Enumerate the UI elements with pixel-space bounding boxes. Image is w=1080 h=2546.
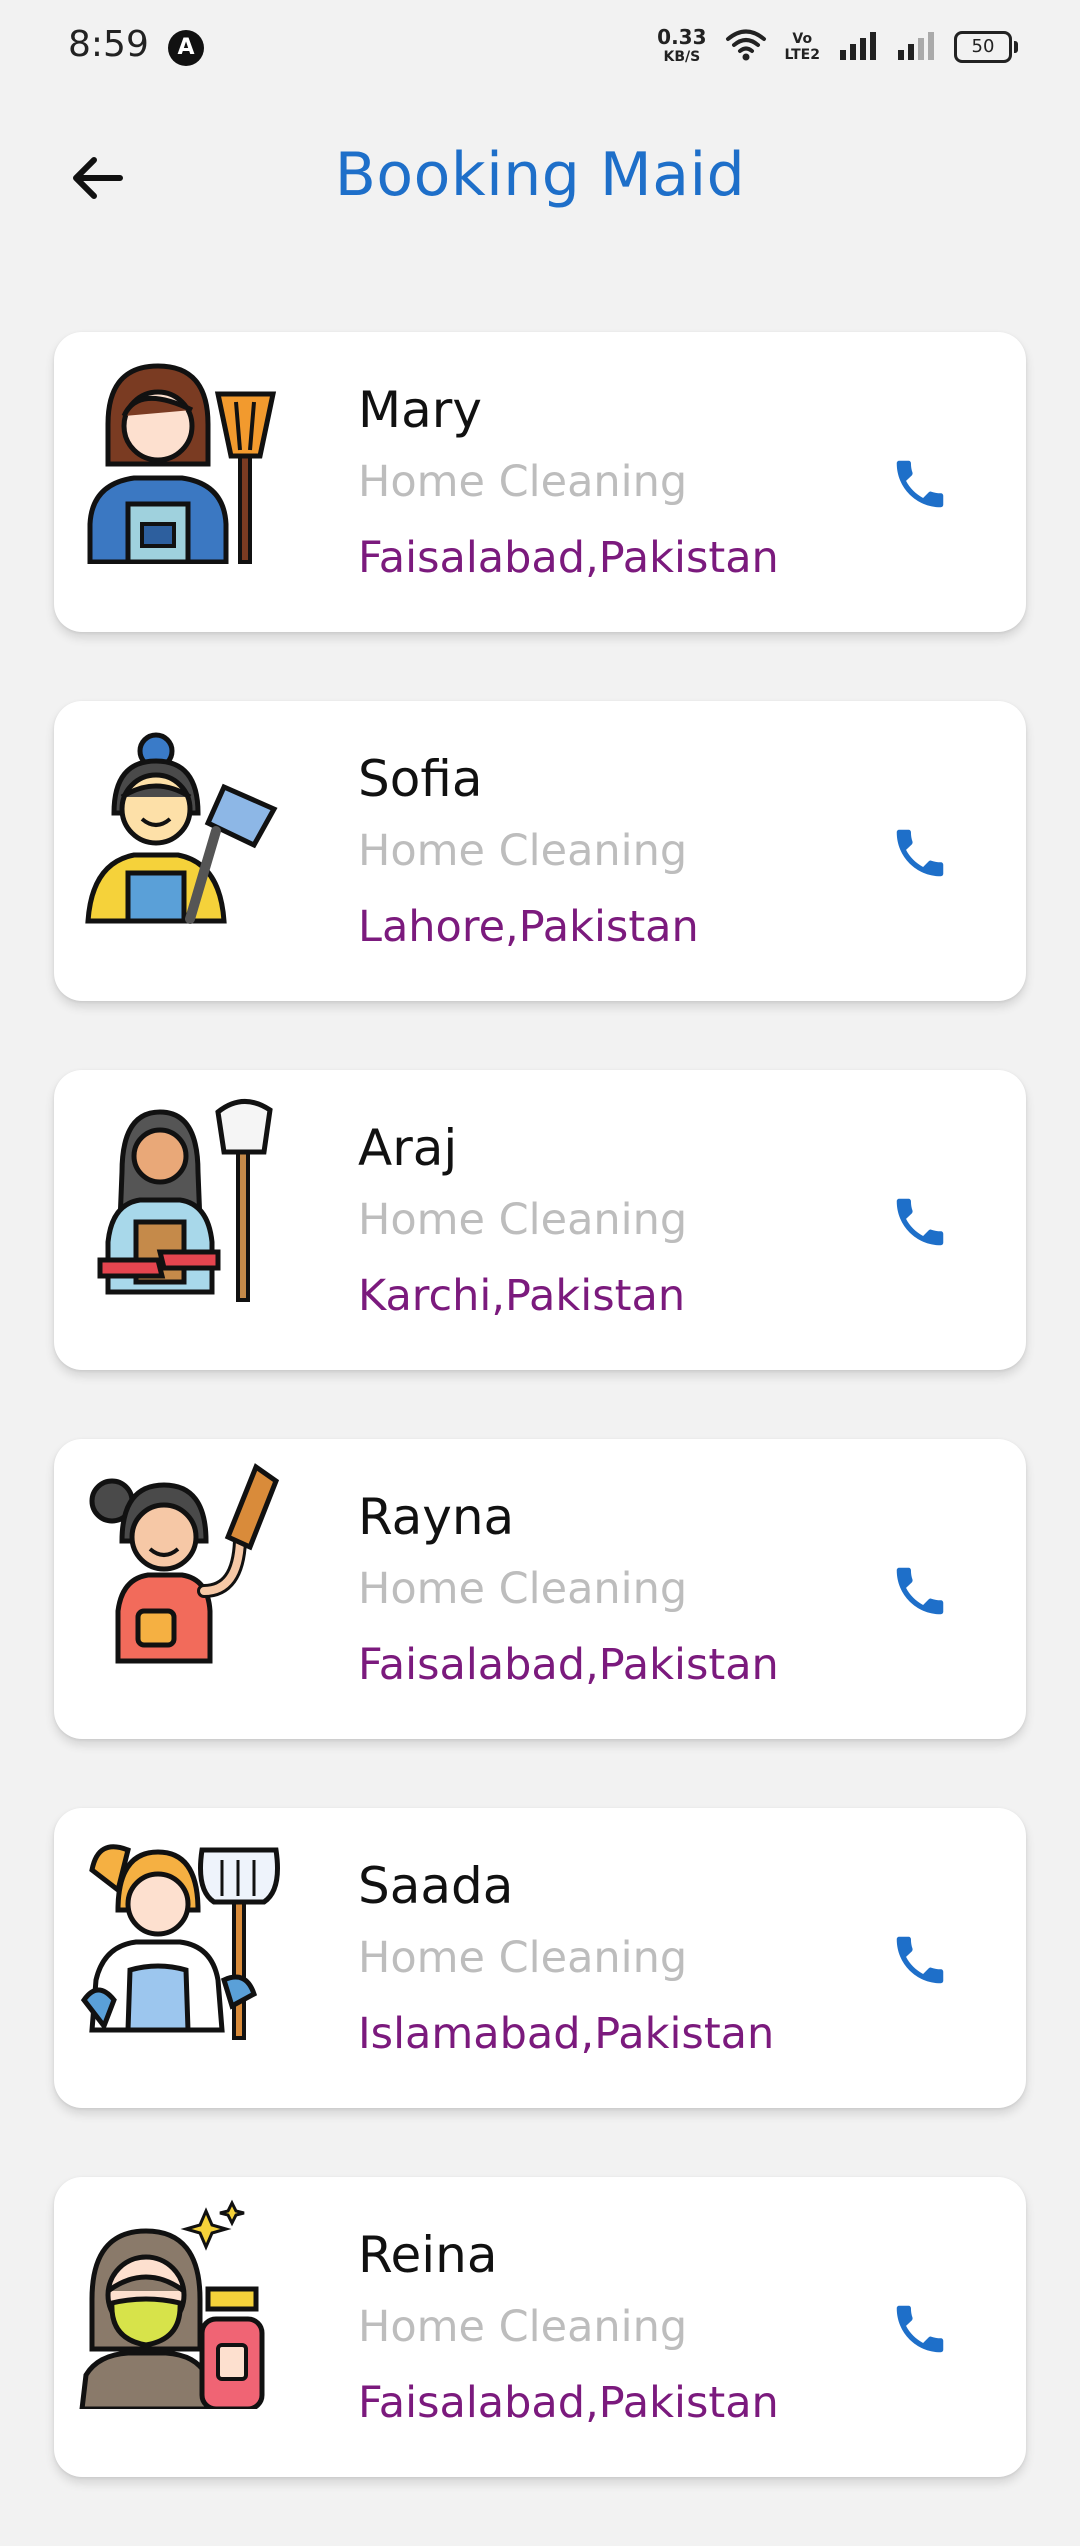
maid-card[interactable]: Araj Home Cleaning Karchi,Pakistan bbox=[54, 1070, 1026, 1370]
maid-with-brush-icon bbox=[78, 723, 288, 933]
maid-name: Mary bbox=[358, 381, 482, 439]
maid-name: Araj bbox=[358, 1119, 458, 1177]
status-bar: 8:59 A 0.33 KB/S Vo LTE2 50 bbox=[0, 0, 1080, 96]
phone-icon bbox=[889, 1191, 951, 1257]
maid-info: Mary Home Cleaning Faisalabad,Pakistan bbox=[358, 380, 779, 586]
call-button[interactable] bbox=[884, 819, 956, 891]
maid-service: Home Cleaning bbox=[358, 1933, 688, 1983]
volte-bottom-label: LTE2 bbox=[784, 47, 820, 63]
maid-location: Karchi,Pakistan bbox=[358, 1271, 686, 1321]
maid-info: Sofia Home Cleaning Lahore,Pakistan bbox=[358, 749, 699, 955]
maid-with-mop-icon bbox=[78, 1830, 288, 2040]
call-button[interactable] bbox=[884, 2295, 956, 2367]
phone-icon bbox=[889, 822, 951, 888]
network-speed: 0.33 KB/S bbox=[657, 27, 706, 67]
maid-service: Home Cleaning bbox=[358, 1195, 688, 1245]
status-time: 8:59 bbox=[68, 24, 149, 65]
maid-card[interactable]: Saada Home Cleaning Islamabad,Pakistan bbox=[54, 1808, 1026, 2108]
maid-name: Sofia bbox=[358, 750, 483, 808]
signal-strength-icon bbox=[838, 30, 878, 64]
maid-location: Faisalabad,Pakistan bbox=[358, 533, 779, 583]
maid-card[interactable]: Reina Home Cleaning Faisalabad,Pakistan bbox=[54, 2177, 1026, 2477]
maid-name: Reina bbox=[358, 2226, 498, 2284]
maid-with-duster-icon bbox=[78, 1092, 288, 1302]
call-button[interactable] bbox=[884, 1557, 956, 1629]
maid-card[interactable]: Sofia Home Cleaning Lahore,Pakistan bbox=[54, 701, 1026, 1001]
wifi-icon bbox=[725, 28, 767, 66]
volte-top-label: Vo bbox=[792, 31, 813, 47]
maid-service: Home Cleaning bbox=[358, 457, 688, 507]
call-button[interactable] bbox=[884, 1926, 956, 1998]
app-header: Booking Maid bbox=[0, 120, 1080, 240]
maid-info: Rayna Home Cleaning Faisalabad,Pakistan bbox=[358, 1487, 779, 1693]
maid-service: Home Cleaning bbox=[358, 826, 688, 876]
maid-list: Mary Home Cleaning Faisalabad,Pakistan S… bbox=[54, 332, 1026, 2546]
maid-service: Home Cleaning bbox=[358, 2302, 688, 2352]
phone-icon bbox=[889, 1560, 951, 1626]
call-button[interactable] bbox=[884, 450, 956, 522]
notification-badge-icon: A bbox=[168, 30, 204, 66]
battery-icon: 50 bbox=[954, 31, 1018, 63]
status-indicators: 0.33 KB/S Vo LTE2 50 bbox=[657, 22, 1018, 72]
volte-indicator: Vo LTE2 bbox=[785, 31, 820, 63]
maid-card[interactable]: Mary Home Cleaning Faisalabad,Pakistan bbox=[54, 332, 1026, 632]
maid-info: Reina Home Cleaning Faisalabad,Pakistan bbox=[358, 2225, 779, 2431]
maid-with-broom-icon bbox=[78, 354, 288, 565]
maid-with-feather-duster-icon bbox=[78, 1461, 288, 1671]
network-speed-value: 0.33 bbox=[657, 25, 707, 49]
phone-icon bbox=[889, 1929, 951, 1995]
maid-service: Home Cleaning bbox=[358, 1564, 688, 1614]
maid-name: Saada bbox=[358, 1857, 514, 1915]
maid-location: Lahore,Pakistan bbox=[358, 902, 699, 952]
maid-info: Saada Home Cleaning Islamabad,Pakistan bbox=[358, 1856, 774, 2062]
phone-icon bbox=[889, 2298, 951, 2364]
call-button[interactable] bbox=[884, 1188, 956, 1260]
maid-location: Faisalabad,Pakistan bbox=[358, 1640, 779, 1690]
maid-with-spray-bottle-icon bbox=[78, 2199, 288, 2412]
maid-card[interactable]: Rayna Home Cleaning Faisalabad,Pakistan bbox=[54, 1439, 1026, 1739]
maid-location: Faisalabad,Pakistan bbox=[358, 2378, 779, 2428]
maid-info: Araj Home Cleaning Karchi,Pakistan bbox=[358, 1118, 687, 1324]
maid-location: Islamabad,Pakistan bbox=[358, 2009, 775, 2059]
maid-name: Rayna bbox=[358, 1488, 515, 1546]
network-speed-unit: KB/S bbox=[663, 49, 701, 65]
page-title: Booking Maid bbox=[334, 140, 746, 210]
signal-strength-secondary-icon bbox=[896, 30, 936, 64]
phone-icon bbox=[889, 453, 951, 519]
